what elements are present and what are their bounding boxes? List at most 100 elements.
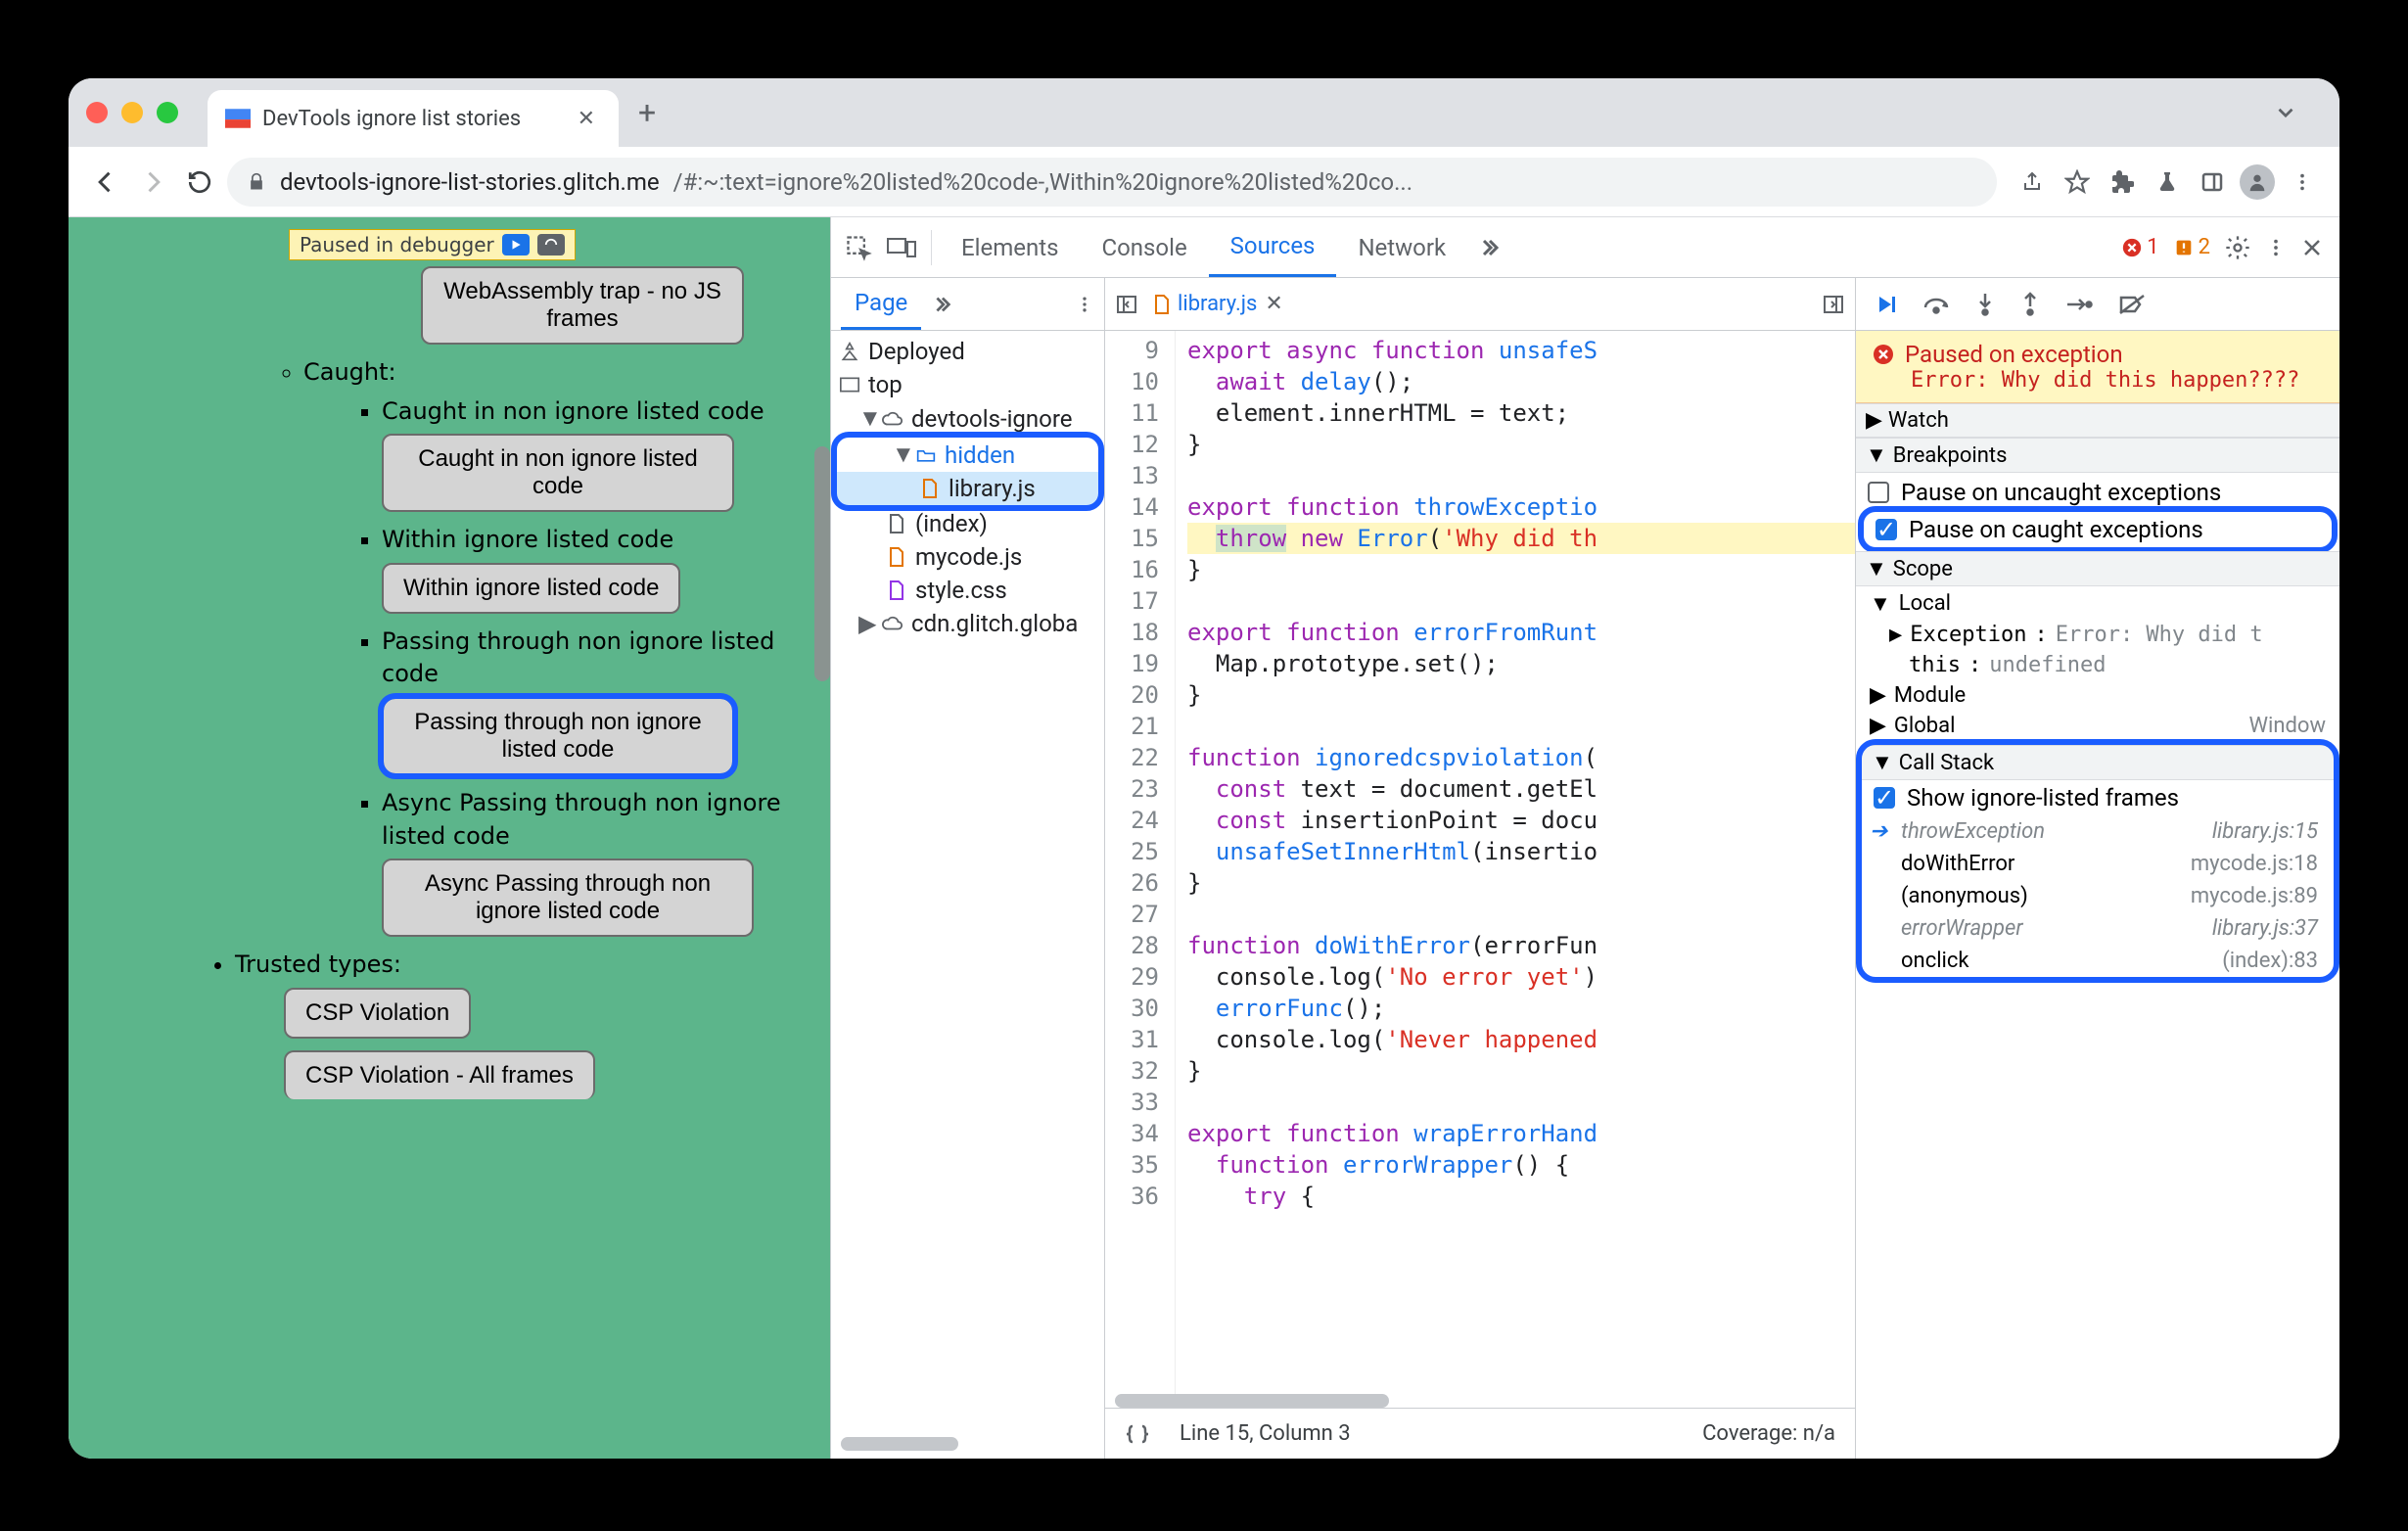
tab-network[interactable]: Network [1336,217,1467,277]
labs-button[interactable] [2148,162,2187,202]
error-count[interactable]: 1 [2121,235,2158,259]
url-path: /#:~:text=ignore%20listed%20code-,Within… [673,168,1412,196]
navigator-more-button[interactable] [931,294,952,315]
breakpoints-section[interactable]: ▼Breakpoints [1856,438,2339,473]
cloud-icon [882,408,903,430]
scope-section[interactable]: ▼Scope [1856,551,2339,586]
callstack-section[interactable]: ▼Call Stack [1862,745,2334,780]
callstack-frame[interactable]: (anonymous)mycode.js:89 [1862,880,2334,912]
sidepanel-button[interactable] [2193,162,2232,202]
paused-overlay: Paused in debugger [289,229,576,260]
paused-message: Paused on exception Error: Why did this … [1856,331,2339,403]
code-editor[interactable]: 9101112131415161718192021222324252627282… [1105,331,1855,1394]
editor-scrollbar[interactable] [1105,1394,1855,1408]
tab-console[interactable]: Console [1080,217,1208,277]
more-tabs-button[interactable] [1467,236,1510,259]
settings-icon[interactable] [2224,234,2251,261]
editor-tab-library[interactable]: library.js ✕ [1146,292,1291,316]
callstack-frame[interactable]: onclick(index):83 [1862,945,2334,977]
navigator-tab-page[interactable]: Page [841,278,921,330]
code-content[interactable]: export async function unsafeS await dela… [1176,331,1855,1394]
tree-deployed[interactable]: Deployed [831,335,1104,368]
show-ignore-listed-checkbox[interactable]: ✓Show ignore-listed frames [1862,780,2334,815]
minimize-window-button[interactable] [121,102,143,123]
tree-index-file[interactable]: (index) [831,507,1104,540]
csp-violation-all-button[interactable]: CSP Violation - All frames [284,1050,595,1099]
csp-violation-button[interactable]: CSP Violation [284,988,471,1039]
forward-button[interactable] [133,162,172,202]
callstack-frame[interactable]: errorWrapperlibrary.js:37 [1862,912,2334,945]
deployed-icon [839,341,860,362]
tree-hidden-folder[interactable]: ▼hidden [837,438,1098,472]
device-icon[interactable] [880,235,923,260]
lock-icon [247,171,266,193]
step-button[interactable] [2065,295,2093,314]
tab-list-button[interactable] [2273,100,2298,125]
paused-overlay-label: Paused in debugger [300,233,494,256]
pause-uncaught-checkbox[interactable]: Pause on uncaught exceptions [1856,475,2339,510]
resume-button[interactable] [1874,293,1897,316]
address-bar[interactable]: devtools-ignore-list-stories.glitch.me/#… [227,158,1997,207]
scope-module[interactable]: ▶ Module [1856,680,2339,711]
callstack-frame[interactable]: doWithErrormycode.js:18 [1862,848,2334,880]
deactivate-breakpoints-button[interactable] [2118,294,2146,315]
wasm-trap-button[interactable]: WebAssembly trap - no JS frames [421,266,744,345]
bookmark-button[interactable] [2058,162,2097,202]
pretty-print-button[interactable] [1125,1423,1150,1445]
new-tab-button[interactable]: + [638,94,656,131]
tab-sources[interactable]: Sources [1209,217,1337,277]
step-over-button[interactable] [1922,294,1950,315]
toolbar-actions [2013,162,2322,202]
caught-non-ignore-button[interactable]: Caught in non ignore listed code [382,434,734,512]
tree-library-file[interactable]: library.js [837,472,1098,505]
resume-overlay-button[interactable] [502,234,530,255]
caught-non-ignore-label: Caught in non ignore listed code [382,395,801,429]
menu-button[interactable] [2283,162,2322,202]
step-out-button[interactable] [2020,292,2040,317]
maximize-window-button[interactable] [157,102,178,123]
async-passing-button[interactable]: Async Passing through non ignore listed … [382,858,754,937]
toggle-debugger-button[interactable] [1822,293,1845,316]
page-scrollbar[interactable] [814,446,830,681]
tree-style-file[interactable]: style.css [831,574,1104,607]
navigator-scrollbar[interactable] [841,1437,1094,1451]
toggle-navigator-button[interactable] [1115,293,1138,316]
passing-through-button[interactable]: Passing through non ignore listed code [382,697,734,775]
caught-header: Caught: [303,356,801,390]
reload-button[interactable] [180,162,219,202]
devtools-menu-button[interactable] [2265,237,2287,258]
navigator-menu-button[interactable] [1075,295,1094,314]
window-controls [86,102,178,123]
tree-hidden-highlight: ▼hidden library.js [837,438,1098,505]
tree-origin[interactable]: ▼devtools-ignore [831,401,1104,436]
extensions-button[interactable] [2103,162,2142,202]
scope-global[interactable]: ▶ GlobalWindow [1856,711,2339,741]
browser-tab[interactable]: DevTools ignore list stories ✕ [208,90,619,147]
close-window-button[interactable] [86,102,108,123]
watch-section[interactable]: ▶Watch [1856,403,2339,438]
close-tab-button[interactable]: ✕ [572,107,601,131]
profile-button[interactable] [2238,162,2277,202]
tree-cdn[interactable]: ▶cdn.glitch.globa [831,607,1104,640]
inspect-icon[interactable] [837,234,880,261]
back-button[interactable] [86,162,125,202]
scope-exception[interactable]: ▶ Exception: Error: Why did t [1856,620,2339,650]
close-devtools-button[interactable] [2300,236,2324,259]
warning-count[interactable]: 2 [2173,235,2210,259]
step-overlay-button[interactable] [537,234,565,255]
gutter[interactable]: 9101112131415161718192021222324252627282… [1105,331,1176,1394]
callstack-frame[interactable]: throwExceptionlibrary.js:15 [1862,815,2334,848]
tree-mycode-file[interactable]: mycode.js [831,540,1104,574]
pause-caught-checkbox[interactable]: ✓Pause on caught exceptions [1864,512,2332,547]
tab-elements[interactable]: Elements [940,217,1080,277]
tree-top[interactable]: top [831,368,1104,401]
step-into-button[interactable] [1975,292,1995,317]
scope-local[interactable]: ▼ Local [1856,588,2339,620]
debugger-toolbar [1856,278,2339,331]
share-button[interactable] [2013,162,2052,202]
content: Paused in debugger WebAssembly trap - no… [69,217,2339,1459]
within-ignore-button[interactable]: Within ignore listed code [382,563,680,614]
browser-window: DevTools ignore list stories ✕ + devtool… [69,78,2339,1459]
passing-through-label: Passing through non ignore listed code [382,626,801,691]
close-editor-tab-button[interactable]: ✕ [1265,292,1282,316]
